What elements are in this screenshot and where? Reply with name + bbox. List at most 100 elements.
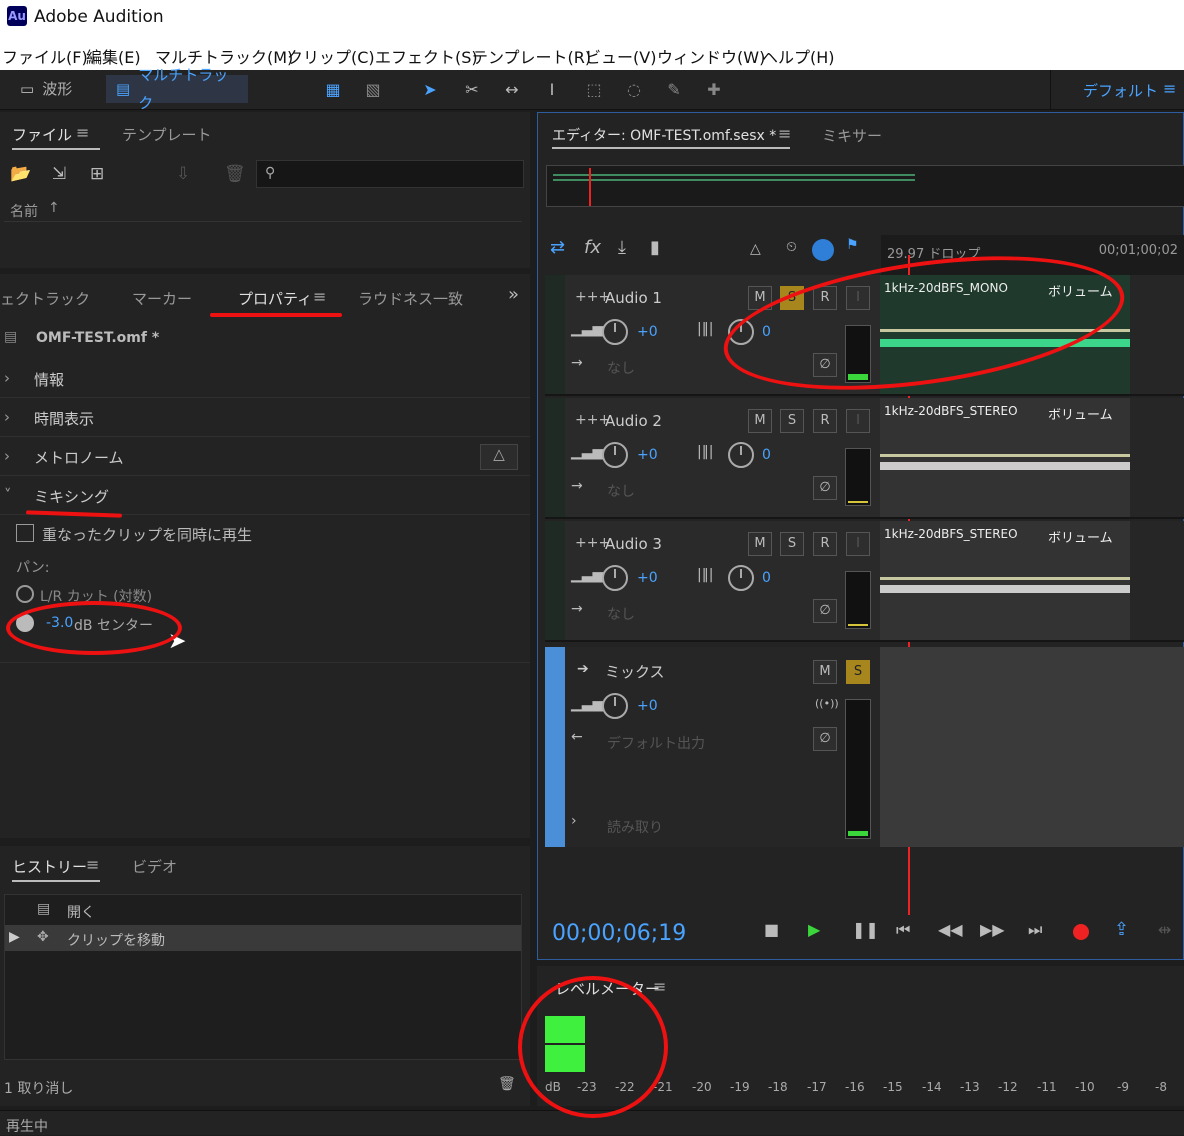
solo-button[interactable]: S — [780, 532, 804, 556]
pan-knob[interactable] — [728, 565, 754, 591]
stop-icon[interactable]: ■ — [764, 920, 779, 939]
waveform-view-button[interactable]: ▭ 波形 — [10, 75, 82, 103]
mute-button[interactable]: M — [748, 409, 772, 433]
level-meter-menu-icon[interactable]: ≡ — [653, 977, 666, 996]
monitor-input-button[interactable]: I — [846, 409, 870, 433]
workspace-default[interactable]: デフォルト — [1083, 80, 1158, 101]
loop-icon[interactable]: ⇪ — [1114, 919, 1129, 940]
overview-bar[interactable] — [546, 165, 1184, 207]
menu-file[interactable]: ファイル(F) — [2, 44, 88, 68]
pause-icon[interactable]: ❚❚ — [852, 920, 879, 939]
files-menu-icon[interactable]: ≡ — [76, 123, 89, 142]
section-time-display[interactable]: › 時間表示 — [0, 399, 530, 437]
frequency-display-icon[interactable]: ▧ — [361, 78, 385, 102]
snap-icon[interactable] — [812, 239, 834, 261]
properties-menu-icon[interactable]: ≡ — [313, 287, 326, 306]
more-tabs-icon[interactable]: » — [508, 284, 519, 305]
solo-button[interactable]: S — [846, 660, 870, 684]
volume-knob[interactable] — [602, 565, 628, 591]
tab-loudness-match[interactable]: ラウドネス一致 — [358, 288, 463, 309]
delete-icon[interactable]: 🗑 — [224, 164, 246, 184]
menu-view[interactable]: ビュー(V) — [585, 44, 656, 68]
menu-templates[interactable]: テンプレート(R) — [472, 44, 591, 68]
razor-tool-icon[interactable]: ✂ — [460, 78, 484, 102]
menu-window[interactable]: ウィンドウ(W) — [657, 44, 765, 68]
tab-templates[interactable]: テンプレート — [122, 124, 212, 145]
menu-clip[interactable]: クリップ(C) — [287, 44, 375, 68]
tab-editor[interactable]: エディター: OMF-TEST.omf.sesx * — [552, 125, 776, 145]
track-name[interactable]: ミックス — [605, 661, 665, 682]
slip-tool-icon[interactable]: ↔ — [500, 78, 524, 102]
track-name[interactable]: Audio 2 — [605, 412, 662, 430]
timecode-display[interactable]: 00;00;06;19 — [552, 921, 686, 946]
clip[interactable]: 1kHz-20dBFS_STEREO ボリューム — [880, 521, 1130, 640]
clip-volume-label[interactable]: ボリューム — [1048, 404, 1113, 423]
play-icon[interactable]: ▶ — [808, 920, 820, 939]
history-item[interactable]: ▤ 開く — [5, 897, 521, 923]
volume-knob[interactable] — [602, 693, 628, 719]
editor-menu-icon[interactable]: ≡ — [778, 124, 791, 143]
go-to-start-icon[interactable]: ⏮ — [896, 920, 910, 940]
history-menu-icon[interactable]: ≡ — [86, 855, 99, 874]
pan-knob[interactable] — [728, 442, 754, 468]
overlap-checkbox[interactable] — [16, 524, 34, 542]
volume-envelope[interactable] — [880, 454, 1130, 457]
tab-files[interactable]: ファイル — [12, 124, 72, 145]
workspace-menu-icon[interactable]: ≡ — [1163, 79, 1176, 98]
pan-value[interactable]: 0 — [762, 447, 771, 463]
new-file-icon[interactable]: ⊞ — [90, 164, 104, 184]
history-item-selected[interactable]: ▶ ✥ クリップを移動 — [5, 925, 521, 951]
move-tool-icon[interactable]: ➤ — [418, 78, 442, 102]
insert-icon[interactable]: ⇩ — [176, 164, 190, 184]
volume-envelope[interactable] — [880, 577, 1130, 580]
skip-icon[interactable]: ⇹ — [1158, 920, 1171, 939]
clip-volume-label[interactable]: ボリューム — [1048, 527, 1113, 546]
tab-mixer[interactable]: ミキサー — [822, 125, 882, 146]
sends-icon[interactable]: ⤓ — [618, 237, 644, 263]
marker-icon[interactable]: ⚑ — [846, 237, 859, 253]
volume-knob[interactable] — [602, 319, 628, 345]
input-select[interactable]: なし — [607, 604, 635, 624]
mute-button[interactable]: M — [748, 532, 772, 556]
section-info[interactable]: › 情報 — [0, 360, 530, 398]
metronome-icon[interactable]: △ — [750, 241, 761, 257]
sync-icon[interactable]: ⇄ — [550, 237, 576, 263]
tab-video[interactable]: ビデオ — [132, 856, 177, 877]
tab-effects-rack[interactable]: ェクトラック — [0, 288, 90, 309]
multitrack-view-button[interactable]: ▤ マルチトラック — [106, 66, 248, 112]
lasso-tool-icon[interactable]: ◌ — [622, 78, 646, 102]
input-select[interactable]: なし — [607, 358, 635, 378]
volume-value[interactable]: +0 — [637, 324, 658, 340]
tab-markers[interactable]: マーカー — [132, 288, 192, 309]
solo-button[interactable]: S — [780, 409, 804, 433]
name-column-header[interactable]: 名前 ↑ — [4, 198, 522, 222]
spot-healing-icon[interactable]: ✚ — [702, 78, 726, 102]
output-select[interactable]: デフォルト出力 — [607, 733, 705, 753]
import-file-icon[interactable]: ⇲ — [52, 164, 66, 184]
menu-help[interactable]: ヘルプ(H) — [762, 44, 835, 68]
brush-tool-icon[interactable]: ✎ — [662, 78, 686, 102]
record-arm-button[interactable]: R — [813, 532, 837, 556]
tab-properties[interactable]: プロパティ — [238, 288, 312, 309]
monitor-input-button[interactable]: I — [846, 532, 870, 556]
phase-icon[interactable]: ∅ — [813, 599, 837, 623]
spectral-display-icon[interactable]: ▦ — [321, 78, 345, 102]
fx-icon[interactable]: fx — [584, 237, 610, 263]
pan-value[interactable]: 0 — [762, 570, 771, 586]
input-select[interactable]: なし — [607, 481, 635, 501]
menu-effects[interactable]: エフェクト(S) — [375, 44, 478, 68]
trash-icon[interactable]: 🗑 — [498, 1076, 516, 1092]
menu-edit[interactable]: 編集(E) — [86, 44, 141, 68]
record-arm-button[interactable]: R — [813, 409, 837, 433]
timer-icon[interactable]: ⏲ — [786, 239, 797, 255]
search-input[interactable]: ⚲ — [256, 160, 524, 188]
record-icon[interactable] — [1073, 924, 1089, 940]
chevron-right-icon[interactable]: › — [571, 813, 577, 829]
go-to-end-icon[interactable]: ⏭ — [1028, 920, 1042, 940]
open-file-icon[interactable]: 📂 — [10, 164, 31, 184]
section-mixing[interactable]: ˅ ミキシング — [0, 477, 530, 515]
volume-value[interactable]: +0 — [637, 570, 658, 586]
automation-mode[interactable]: 読み取り — [607, 817, 663, 837]
volume-value[interactable]: +0 — [637, 698, 658, 714]
mute-button[interactable]: M — [813, 660, 837, 684]
